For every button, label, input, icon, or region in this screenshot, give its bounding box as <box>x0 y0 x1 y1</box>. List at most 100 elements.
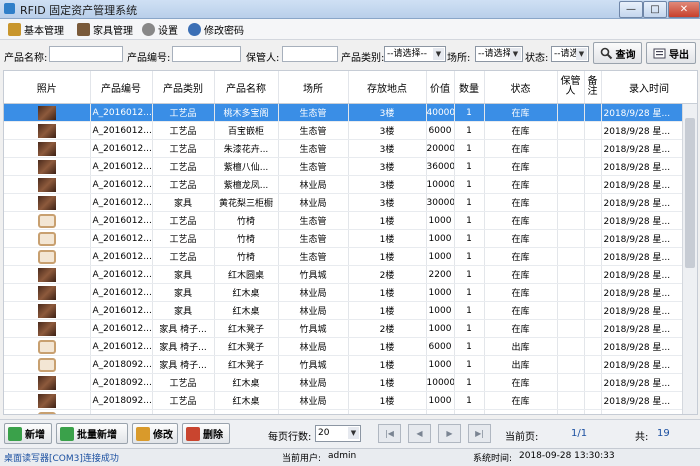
location-cell[interactable]: 1楼 <box>348 247 427 266</box>
place-cell[interactable]: 生态管 <box>278 229 349 248</box>
product-code-cell[interactable]: A_2016012... <box>90 103 153 122</box>
note-cell[interactable] <box>584 193 602 212</box>
quantity-cell[interactable]: 1 <box>454 175 485 194</box>
batch-add-button[interactable]: 批量新增 <box>56 423 128 444</box>
location-cell[interactable]: 3楼 <box>348 193 427 212</box>
keeper-cell[interactable] <box>557 103 585 122</box>
status-cell[interactable]: 在库 <box>484 193 558 212</box>
product-name-cell[interactable]: 红木桌 <box>214 283 279 302</box>
search-button[interactable]: 查询 <box>593 42 642 64</box>
location-cell[interactable]: 3楼 <box>348 175 427 194</box>
note-cell[interactable] <box>584 337 602 356</box>
product-category-cell[interactable]: 工艺品 <box>152 373 215 392</box>
product-name-cell[interactable]: 百宝嵌柜 <box>214 121 279 140</box>
status-cell[interactable]: 在库 <box>484 247 558 266</box>
photo-cell[interactable] <box>4 211 91 230</box>
product-name-cell[interactable]: 红木凳子 <box>214 355 279 374</box>
product-code-cell[interactable]: A_2016012... <box>90 157 153 176</box>
place-cell[interactable]: 生态管 <box>278 121 349 140</box>
product-category-cell[interactable]: 工艺品 <box>152 103 215 122</box>
product-category-cell[interactable]: 工艺品 <box>152 121 215 140</box>
note-cell[interactable] <box>584 103 602 122</box>
product-name-cell[interactable]: 红木圆桌 <box>214 265 279 284</box>
quantity-cell[interactable]: 1 <box>454 283 485 302</box>
quantity-cell[interactable]: 1 <box>454 157 485 176</box>
location-cell[interactable]: 1楼 <box>348 301 427 320</box>
note-cell[interactable] <box>584 229 602 248</box>
product-code-cell[interactable]: A_2016012... <box>90 211 153 230</box>
product-name-cell[interactable]: 红木凳子 <box>214 319 279 338</box>
status-cell[interactable]: 在库 <box>484 319 558 338</box>
table-row[interactable]: A_2016012... 工艺品 竹椅 生态管 1楼 1000 1 在库 2018/9/28 星… <box>4 247 697 266</box>
product-code-cell[interactable]: A_2016012... <box>90 247 153 266</box>
status-select[interactable]: --请选 ▼ <box>551 46 589 62</box>
quantity-cell[interactable]: 1 <box>454 103 485 122</box>
product-name-cell[interactable]: 朱漆花卉... <box>214 139 279 158</box>
photo-cell[interactable] <box>4 121 91 140</box>
location-cell[interactable]: 1楼 <box>348 373 427 392</box>
product-code-cell[interactable]: A_2016012... <box>90 193 153 212</box>
product-name-cell[interactable]: 凳子 <box>214 409 279 414</box>
status-cell[interactable]: 在库 <box>484 301 558 320</box>
location-cell[interactable]: 3楼 <box>348 139 427 158</box>
place-cell[interactable]: 林业局 <box>278 373 349 392</box>
photo-cell[interactable] <box>4 247 91 266</box>
status-cell[interactable]: 在库 <box>484 283 558 302</box>
next-page-button[interactable]: ▶ <box>438 424 461 443</box>
keeper-cell[interactable] <box>557 319 585 338</box>
product-category-cell[interactable]: 工艺品 <box>152 391 215 410</box>
product-code-cell[interactable]: A_2016012... <box>90 283 153 302</box>
note-cell[interactable] <box>584 391 602 410</box>
keeper-cell[interactable] <box>557 211 585 230</box>
table-row[interactable]: A_2016012... 工艺品 百宝嵌柜 生态管 3楼 6000 1 在库 2018/9/28… <box>4 121 697 140</box>
product-name-cell[interactable]: 紫檀龙凤... <box>214 175 279 194</box>
col-category[interactable]: 产品类别 <box>152 71 215 104</box>
value-cell[interactable]: 10000 <box>426 373 455 392</box>
place-cell[interactable]: 生态管 <box>278 139 349 158</box>
table-row[interactable]: A_2016012... 工艺品 桃木多宝阁 生态管 3楼 40000 1 在库 2018/9/… <box>4 103 697 122</box>
value-cell[interactable]: 1000 <box>426 283 455 302</box>
photo-cell[interactable] <box>4 193 91 212</box>
product-name-cell[interactable]: 红木凳子 <box>214 337 279 356</box>
keeper-cell[interactable] <box>557 157 585 176</box>
product-category-cell[interactable]: 家具 椅子... <box>152 319 215 338</box>
status-cell[interactable]: 出库 <box>484 355 558 374</box>
col-photo[interactable]: 照片 <box>4 71 91 104</box>
location-cell[interactable]: 1楼 <box>348 355 427 374</box>
table-row[interactable]: A_2018092...家具 椅子...凳子竹具城1楼10001在库2018/9… <box>4 409 697 414</box>
location-cell[interactable]: 1楼 <box>348 409 427 414</box>
place-cell[interactable]: 林业局 <box>278 337 349 356</box>
keeper-cell[interactable] <box>557 175 585 194</box>
location-cell[interactable]: 1楼 <box>348 391 427 410</box>
quantity-cell[interactable]: 1 <box>454 391 485 410</box>
note-cell[interactable] <box>584 373 602 392</box>
note-cell[interactable] <box>584 409 602 414</box>
status-cell[interactable]: 出库 <box>484 337 558 356</box>
keeper-cell[interactable] <box>557 229 585 248</box>
prev-page-button[interactable]: ◀ <box>408 424 431 443</box>
status-cell[interactable]: 在库 <box>484 175 558 194</box>
col-status[interactable]: 状态 <box>484 71 558 104</box>
place-cell[interactable]: 生态管 <box>278 103 349 122</box>
photo-cell[interactable] <box>4 139 91 158</box>
photo-cell[interactable] <box>4 319 91 338</box>
product-code-cell[interactable]: A_2018092... <box>90 355 153 374</box>
place-cell[interactable]: 林业局 <box>278 283 349 302</box>
value-cell[interactable]: 1000 <box>426 301 455 320</box>
value-cell[interactable]: 1000 <box>426 391 455 410</box>
quantity-cell[interactable]: 1 <box>454 373 485 392</box>
table-row[interactable]: A_2016012... 工艺品 朱漆花卉... 生态管 3楼 20000 1 在库 2018/… <box>4 139 697 158</box>
keeper-cell[interactable] <box>557 355 585 374</box>
product-category-cell[interactable]: 家具 <box>152 283 215 302</box>
product-name-cell[interactable]: 紫檀八仙... <box>214 157 279 176</box>
table-row[interactable]: A_2016012... 工艺品 紫檀龙凤... 林业局 3楼 10000 1 在库 2018/… <box>4 175 697 194</box>
place-cell[interactable]: 竹具城 <box>278 409 349 414</box>
place-cell[interactable]: 生态管 <box>278 211 349 230</box>
location-cell[interactable]: 1楼 <box>348 229 427 248</box>
keeper-cell[interactable] <box>557 283 585 302</box>
location-cell[interactable]: 2楼 <box>348 319 427 338</box>
note-cell[interactable] <box>584 265 602 284</box>
value-cell[interactable]: 20000 <box>426 139 455 158</box>
status-cell[interactable]: 在库 <box>484 265 558 284</box>
photo-cell[interactable] <box>4 409 91 414</box>
